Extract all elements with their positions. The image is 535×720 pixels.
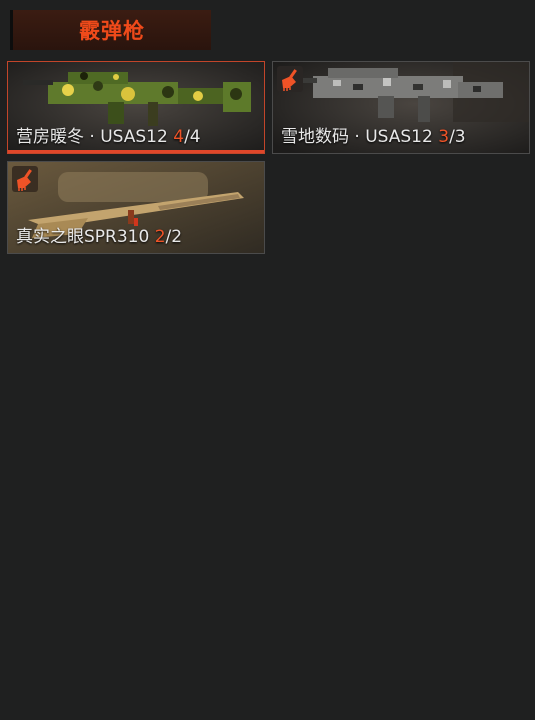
skin-card-snow-digital[interactable]: 雪地数码 · USAS12 3/3 xyxy=(272,61,530,154)
paint-brush-icon xyxy=(277,66,303,92)
paint-brush-icon xyxy=(12,166,38,192)
category-title: 霰弹枪 xyxy=(79,19,145,43)
weapon-skin-panel: 霰弹枪 营房暖冬 · USAS12 4/4 雪地数码 · USAS12 3/3 … xyxy=(0,0,535,720)
skin-card-barracks-winter[interactable]: 营房暖冬 · USAS12 4/4 xyxy=(7,61,265,154)
skin-count-current: 3 xyxy=(438,127,450,147)
skin-card-label: 真实之眼SPR310 2/2 xyxy=(16,222,182,247)
skin-count-total: 3 xyxy=(454,127,466,147)
skin-card-label: 营房暖冬 · USAS12 4/4 xyxy=(16,122,201,147)
skin-count-current: 4 xyxy=(173,127,185,147)
skin-name: 营房暖冬 · USAS12 xyxy=(16,127,168,147)
category-tab-shotgun[interactable]: 霰弹枪 xyxy=(10,10,211,50)
skin-count-total: 2 xyxy=(171,227,183,247)
skin-card-label: 雪地数码 · USAS12 3/3 xyxy=(281,122,466,147)
skin-card-true-eye[interactable]: 真实之眼SPR310 2/2 xyxy=(7,161,265,254)
skin-count-total: 4 xyxy=(189,127,201,147)
skin-name: 真实之眼SPR310 xyxy=(16,227,150,247)
skin-name: 雪地数码 · USAS12 xyxy=(281,127,433,147)
skin-count-current: 2 xyxy=(154,227,166,247)
